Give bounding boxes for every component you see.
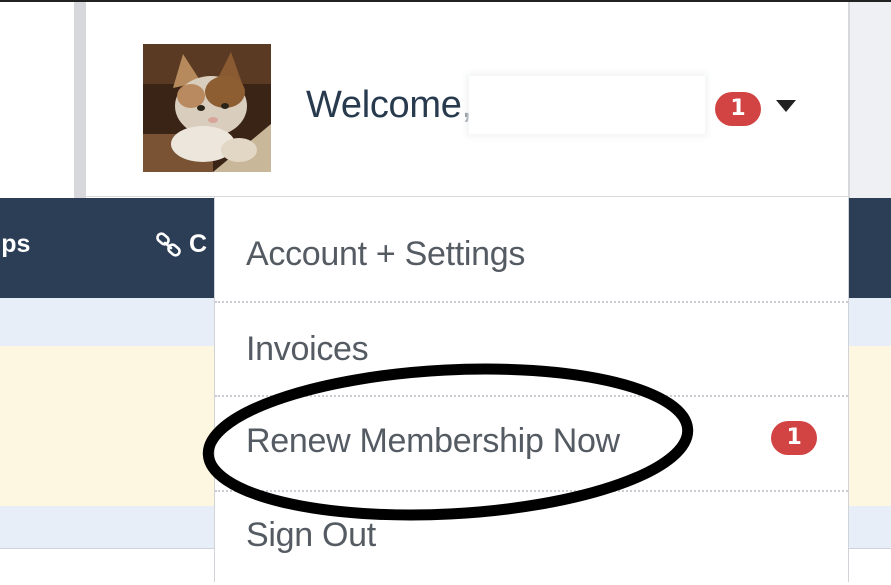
left-gutter	[0, 2, 74, 198]
menu-item-renew-membership[interactable]: Renew Membership Now 1	[215, 397, 848, 490]
nav-item-link[interactable]: C	[155, 230, 215, 259]
nav-item-label: ups	[0, 230, 31, 258]
cat-photo-avatar	[143, 44, 271, 172]
user-header: Welcome, 1	[86, 14, 848, 197]
right-gutter	[848, 2, 891, 198]
gutter-divider	[74, 2, 86, 198]
renew-badge: 1	[771, 421, 817, 455]
link-icon	[156, 231, 181, 257]
nav-item-label: C	[189, 230, 208, 258]
user-dropdown-menu: Account + Settings Invoices Renew Member…	[214, 197, 849, 582]
notification-badge[interactable]: 1	[715, 92, 761, 126]
menu-item-sign-out[interactable]: Sign Out	[215, 492, 848, 585]
nav-item-groups[interactable]: ups	[0, 230, 60, 259]
menu-item-label: Account + Settings	[246, 235, 526, 273]
menu-item-label: Renew Membership Now	[246, 422, 620, 460]
avatar[interactable]	[143, 44, 271, 172]
caret-down-icon[interactable]	[776, 100, 796, 112]
menu-item-invoices[interactable]: Invoices	[215, 303, 848, 396]
welcome-text: Welcome,	[306, 84, 472, 126]
menu-item-label: Sign Out	[246, 516, 376, 554]
username-redacted	[469, 76, 705, 134]
menu-item-account-settings[interactable]: Account + Settings	[215, 197, 848, 290]
top-rule	[0, 0, 891, 2]
menu-item-label: Invoices	[246, 330, 369, 368]
